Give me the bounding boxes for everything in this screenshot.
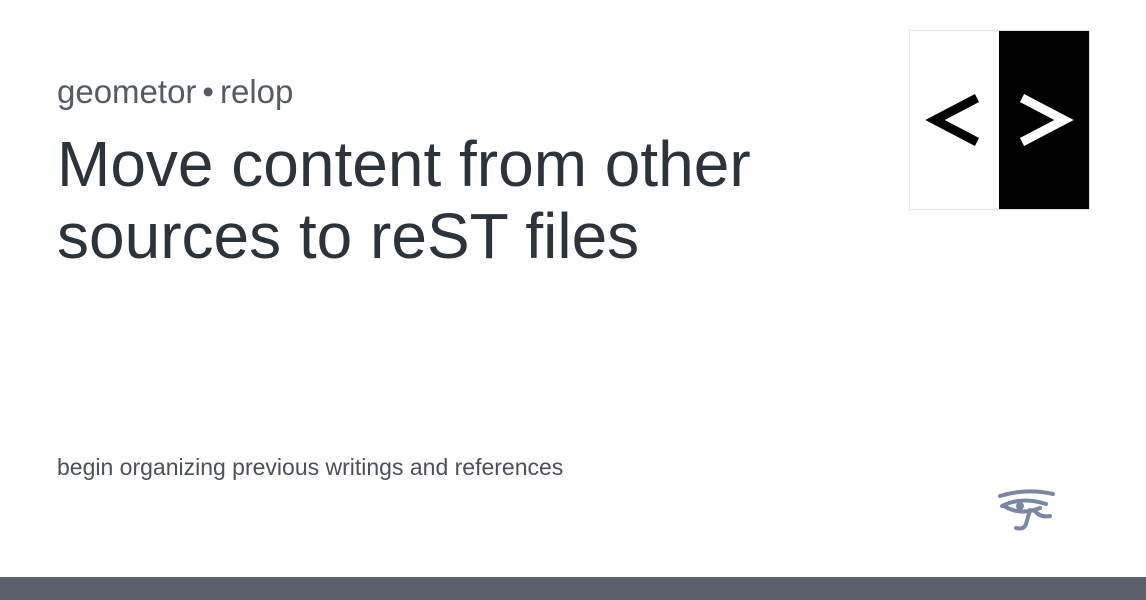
- code-brackets-icon: [909, 30, 1090, 210]
- right-angle-panel: [999, 31, 1089, 209]
- breadcrumb: geometor • relop: [57, 72, 293, 112]
- page-title: Move content from other sources to reST …: [57, 128, 751, 272]
- footer-bar: [0, 577, 1146, 600]
- page-description: begin organizing previous writings and r…: [57, 454, 564, 480]
- left-angle-panel: [910, 31, 999, 209]
- eye-of-horus-icon: [998, 489, 1055, 531]
- breadcrumb-separator: •: [202, 73, 214, 110]
- owner-name[interactable]: geometor: [57, 73, 196, 110]
- left-angle-glyph: [924, 94, 979, 146]
- social-preview-card: geometor • relop Move content from other s…: [0, 0, 1146, 600]
- repo-name[interactable]: relop: [220, 73, 293, 110]
- right-angle-glyph: [1019, 94, 1074, 146]
